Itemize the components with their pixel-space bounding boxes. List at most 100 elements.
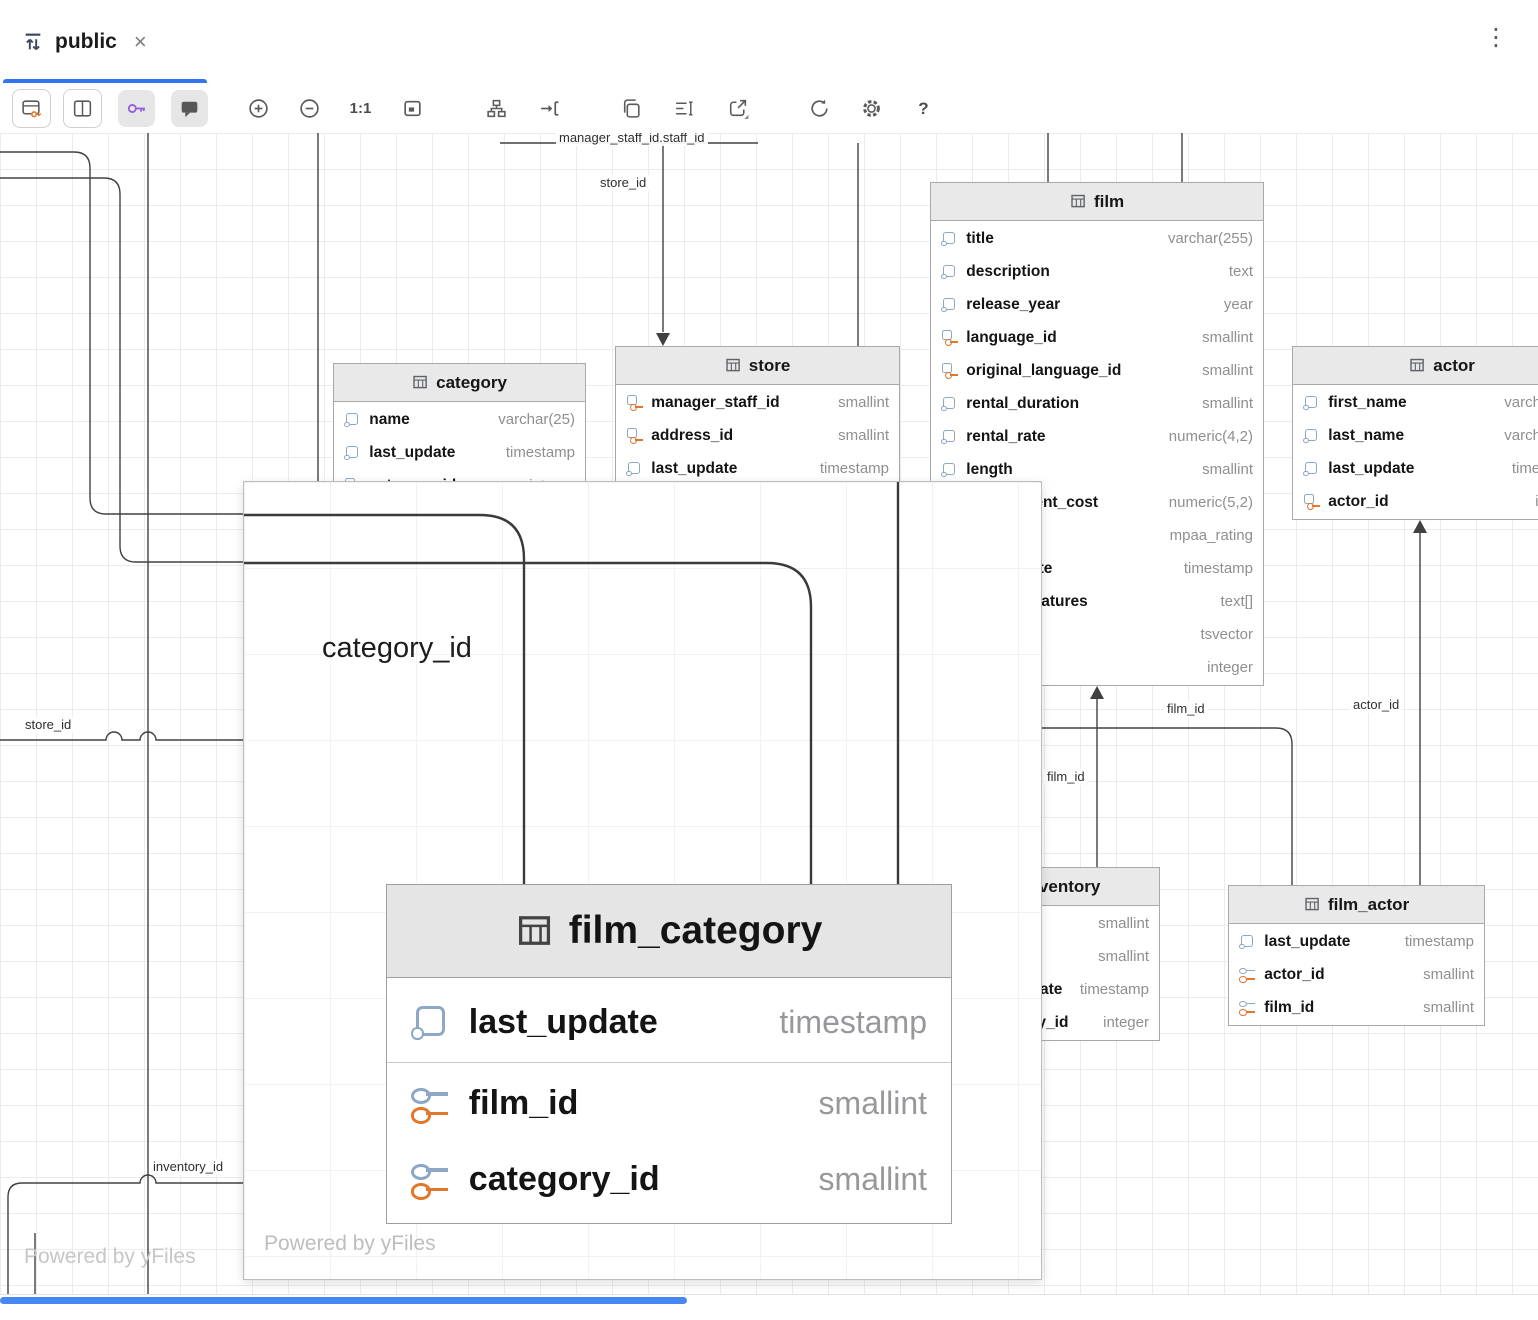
- table-header[interactable]: film_category: [387, 885, 951, 978]
- table-row[interactable]: language_idsmallint: [931, 321, 1263, 354]
- table-header[interactable]: category: [334, 364, 585, 402]
- column-type: smallint: [819, 1161, 927, 1198]
- help-button[interactable]: ?: [905, 90, 942, 127]
- kebab-menu-icon[interactable]: ⋮: [1484, 26, 1508, 50]
- table-title: store: [749, 356, 791, 376]
- actual-size-button[interactable]: 1:1: [342, 90, 379, 127]
- table-row[interactable]: last_updatetimestamp: [334, 436, 585, 469]
- column-type: smallint: [819, 1085, 927, 1122]
- table-row[interactable]: titlevarchar(255): [931, 222, 1263, 255]
- table-row[interactable]: descriptiontext: [931, 255, 1263, 288]
- table-row[interactable]: rental_durationsmallint: [931, 387, 1263, 420]
- column-icon: [1303, 427, 1319, 443]
- table-icon: [412, 374, 428, 390]
- column-icon: [626, 460, 642, 476]
- column-type: smallint: [1423, 966, 1474, 983]
- table-icon: [1070, 193, 1086, 209]
- double-key-icon: [1239, 966, 1255, 982]
- table-row[interactable]: actor_idinteger: [1293, 485, 1538, 518]
- table-header[interactable]: film_actor: [1229, 886, 1484, 924]
- column-name: last_update: [369, 444, 455, 462]
- edge-label: film_id: [1164, 701, 1208, 717]
- column-name: manager_staff_id: [651, 394, 779, 412]
- column-type: numeric(4,2): [1169, 428, 1253, 445]
- double-key-icon: [411, 1084, 449, 1122]
- table-actor[interactable]: actor first_namevarchar(45) last_name var…: [1292, 346, 1538, 520]
- table-row[interactable]: film_idsmallint: [387, 1065, 951, 1141]
- table-title: category: [436, 373, 507, 393]
- jump-to-source-button[interactable]: [531, 90, 568, 127]
- table-row[interactable]: film_idsmallint: [1229, 991, 1484, 1024]
- table-row[interactable]: last_updatetimestamp: [1293, 452, 1538, 485]
- export-button[interactable]: [719, 90, 756, 127]
- comments-toggle-button[interactable]: [171, 90, 208, 127]
- table-film-actor[interactable]: film_actor last_updatetimestamp actor_id…: [1228, 885, 1485, 1026]
- scrollbar-thumb[interactable]: [0, 1297, 687, 1304]
- show-details-button[interactable]: [666, 90, 703, 127]
- table-row[interactable]: last_updatetimestamp: [387, 984, 951, 1060]
- table-row[interactable]: last_name varchar(45): [1293, 419, 1538, 452]
- column-name: last_update: [1328, 460, 1414, 478]
- diagram-canvas[interactable]: manager_staff_id.staff_id store_id store…: [0, 133, 1538, 1294]
- edge-label: category_id: [322, 632, 472, 665]
- table-row[interactable]: first_namevarchar(45): [1293, 386, 1538, 419]
- column-with-key-icon: [1303, 493, 1319, 509]
- double-key-icon: [411, 1160, 449, 1198]
- table-row[interactable]: rental_rate numeric(4,2): [931, 420, 1263, 453]
- column-icon: [1239, 933, 1255, 949]
- table-row[interactable]: manager_staff_idsmallint: [616, 386, 899, 419]
- column-name: last_update: [651, 460, 737, 478]
- table-row[interactable]: actor_id smallint: [1229, 958, 1484, 991]
- zoom-out-button[interactable]: [291, 90, 328, 127]
- magnifier-overlay[interactable]: category_id film_category last_updatetim…: [243, 481, 1042, 1280]
- horizontal-scrollbar[interactable]: [0, 1294, 1538, 1320]
- column-name: rental_rate: [966, 428, 1045, 446]
- table-title: film_actor: [1328, 895, 1409, 915]
- table-row[interactable]: last_updatetimestamp: [1229, 925, 1484, 958]
- column-with-key-icon: [626, 427, 642, 443]
- column-name: release_year: [966, 296, 1060, 314]
- copy-diagram-button[interactable]: [613, 90, 650, 127]
- table-header[interactable]: film: [931, 183, 1263, 221]
- column-icon: [1303, 460, 1319, 476]
- column-name: rental_duration: [966, 395, 1079, 413]
- zoom-in-button[interactable]: [240, 90, 277, 127]
- table-icon: [725, 357, 741, 373]
- table-icon: [516, 912, 553, 949]
- arrow-into-bracket-icon: [538, 97, 561, 120]
- column-name: category_id: [469, 1160, 660, 1199]
- table-row[interactable]: address_idsmallint: [616, 419, 899, 452]
- edge-label: manager_staff_id.staff_id: [556, 133, 708, 146]
- column-name: last_update: [469, 1003, 658, 1042]
- table-store[interactable]: store manager_staff_idsmallint address_i…: [615, 346, 900, 487]
- copy-icon: [620, 97, 643, 120]
- table-title: actor: [1433, 356, 1475, 376]
- table-icon: [1304, 896, 1320, 912]
- column-with-key-icon: [941, 362, 957, 378]
- double-key-icon: [1239, 999, 1255, 1015]
- column-type: smallint: [838, 427, 889, 444]
- keys-visibility-toggle-button[interactable]: [12, 89, 51, 128]
- fit-zoom-button[interactable]: [394, 90, 431, 127]
- column-name: actor_id: [1264, 966, 1324, 984]
- column-icon: [941, 395, 957, 411]
- table-header[interactable]: actor: [1293, 347, 1538, 385]
- column-type: mpaa_rating: [1170, 527, 1253, 544]
- table-icon: [1409, 357, 1425, 373]
- tab-public[interactable]: public ×: [22, 22, 147, 62]
- table-row[interactable]: category_id smallint: [387, 1141, 951, 1217]
- refresh-button[interactable]: [801, 90, 838, 127]
- table-row[interactable]: release_yearyear: [931, 288, 1263, 321]
- settings-button[interactable]: [853, 90, 890, 127]
- column-name: last_name: [1328, 427, 1404, 445]
- table-row[interactable]: original_language_idsmallint: [931, 354, 1263, 387]
- key-columns-filter-toggle-button[interactable]: [118, 90, 155, 127]
- table-row[interactable]: namevarchar(25): [334, 403, 585, 436]
- auto-layout-button[interactable]: [478, 90, 515, 127]
- column-icon: [411, 1003, 449, 1041]
- table-film-category[interactable]: film_category last_updatetimestamp film_…: [386, 884, 952, 1224]
- column-type: varchar(45): [1504, 427, 1538, 444]
- columns-visibility-toggle-button[interactable]: [63, 89, 102, 128]
- close-icon[interactable]: ×: [134, 31, 147, 53]
- table-header[interactable]: store: [616, 347, 899, 385]
